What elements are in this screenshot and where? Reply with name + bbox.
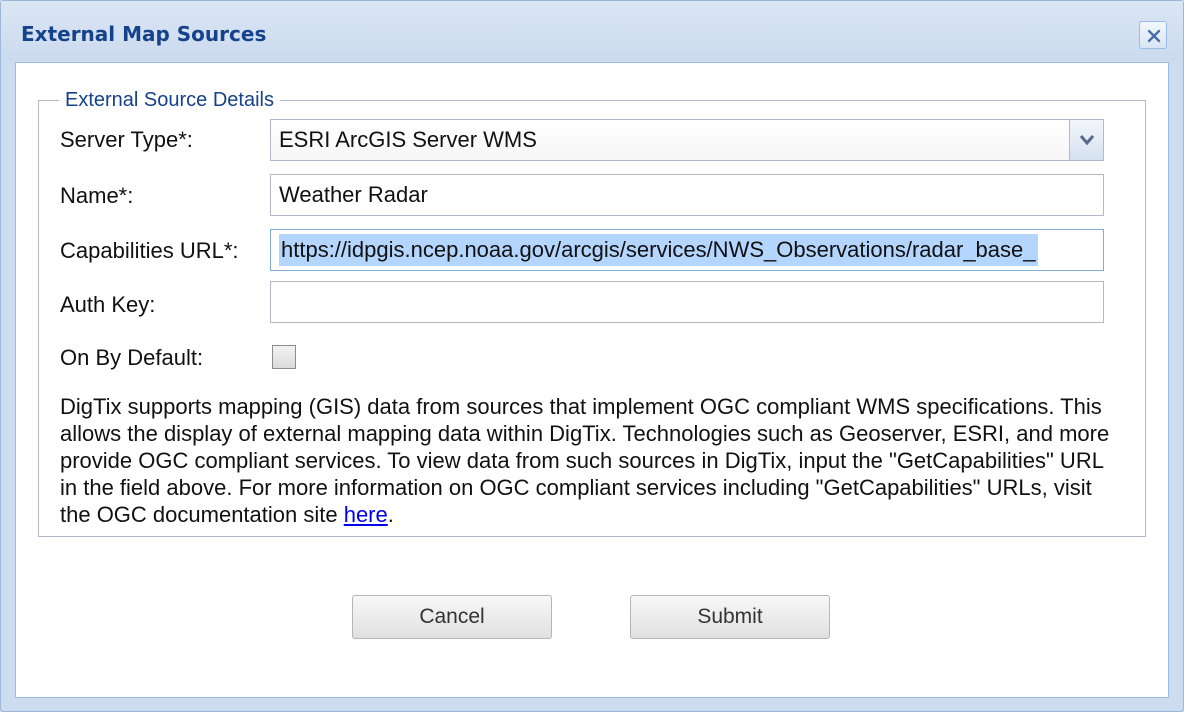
capabilities-url-field[interactable]: https://idpgis.ncep.noaa.gov/arcgis/serv… bbox=[270, 229, 1104, 271]
dialog-title: External Map Sources bbox=[21, 22, 267, 46]
name-field[interactable]: Weather Radar bbox=[270, 174, 1104, 216]
submit-button[interactable]: Submit bbox=[630, 595, 830, 639]
close-button[interactable] bbox=[1139, 21, 1167, 49]
on-by-default-checkbox[interactable] bbox=[272, 345, 296, 369]
name-value: Weather Radar bbox=[279, 182, 428, 207]
dialog-titlebar[interactable]: External Map Sources bbox=[1, 1, 1183, 61]
on-by-default-label: On By Default: bbox=[60, 345, 204, 370]
auth-key-input[interactable] bbox=[279, 282, 1095, 322]
cancel-button[interactable]: Cancel bbox=[352, 595, 552, 639]
close-icon bbox=[1147, 29, 1161, 43]
server-type-label: Server Type*: bbox=[60, 127, 193, 152]
auth-key-field[interactable] bbox=[270, 281, 1104, 323]
description-trailing: . bbox=[387, 502, 394, 527]
external-map-sources-dialog: External Map Sources External Source Det… bbox=[0, 0, 1184, 712]
description-text: DigTix supports mapping (GIS) data from … bbox=[60, 393, 1124, 528]
capabilities-url-label: Capabilities URL*: bbox=[60, 238, 239, 263]
fieldset-legend: External Source Details bbox=[65, 89, 274, 111]
dialog-body: External Source Details Server Type*: ES… bbox=[15, 62, 1169, 698]
ogc-documentation-link[interactable]: here bbox=[344, 502, 388, 527]
server-type-select[interactable]: ESRI ArcGIS Server WMS bbox=[270, 119, 1104, 161]
name-label: Name*: bbox=[60, 183, 134, 208]
server-type-dropdown-trigger[interactable] bbox=[1069, 120, 1103, 160]
server-type-value: ESRI ArcGIS Server WMS bbox=[279, 127, 537, 152]
chevron-down-icon bbox=[1079, 135, 1095, 146]
auth-key-label: Auth Key: bbox=[60, 292, 156, 317]
capabilities-url-value: https://idpgis.ncep.noaa.gov/arcgis/serv… bbox=[279, 234, 1038, 266]
description-body: DigTix supports mapping (GIS) data from … bbox=[60, 394, 1110, 527]
